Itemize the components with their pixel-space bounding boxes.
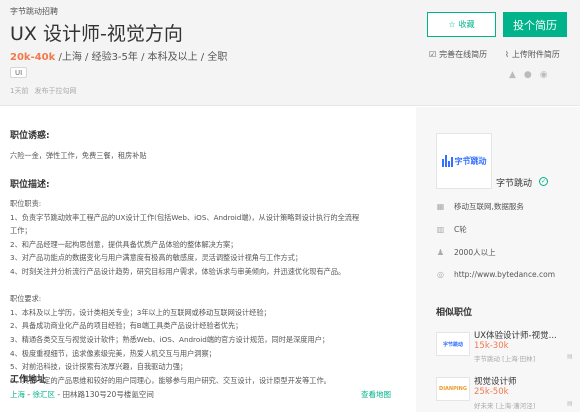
company-stage: ▥ C轮 [436, 224, 467, 235]
job-header: 字节跳动招聘 UX 设计师-视觉方向 20k-40k /上海 / 经验3-5年 … [0, 0, 580, 106]
upload-resume-link[interactable]: ⌇ 上传附件简历 [505, 49, 560, 60]
salary: 20k-40k [10, 52, 56, 63]
desc-line: 2、具备成功商业化产品的项目经验；有B端工具类产品设计经验者优先； [10, 321, 243, 331]
job-title: UX 设计师-视觉方向 [10, 23, 183, 45]
industry-text: 移动互联网,数据服务 [454, 202, 524, 211]
job-tag[interactable]: UI [10, 67, 28, 78]
company-logo[interactable]: 字节跳动 [436, 133, 492, 189]
globe-icon: ◎ [437, 270, 444, 279]
similar-job-company: 字节跳动 [上海·田林] [474, 355, 536, 363]
company-link[interactable]: 字节跳动招聘 [10, 6, 58, 17]
warning-icon[interactable]: ▲ [509, 70, 516, 80]
similar-logo-text: DIANPING [439, 386, 467, 392]
upload-resume-label: 上传附件简历 [511, 50, 560, 59]
posted-info: 1天前 发布于拉勾网 [10, 86, 82, 96]
address-street: - 田林路130号20号楼氪空间 [54, 390, 154, 399]
dismiss-icon[interactable]: ▤ [567, 400, 573, 407]
perks-text: 六险一金，弹性工作，免费三餐，租房补贴 [10, 151, 147, 160]
job-requirements: /上海 / 经验3-5年 / 本科及以上 / 全职 [55, 52, 228, 63]
desc-line: 2、和产品经理一起构思创意，提供具备优质产品体验的整体解决方案； [10, 239, 238, 249]
work-address: 上海 - 徐汇区 - 田林路130号20号楼氪空间 [10, 389, 154, 400]
grid-icon: ▦ [436, 202, 445, 211]
desc-line: 5、对前沿科技，设计探索有浓厚兴趣，自我驱动力强； [10, 362, 188, 372]
resume-icon: ☑ [429, 50, 437, 59]
job-meta: 20k-40k /上海 / 经验3-5年 / 本科及以上 / 全职 [10, 48, 227, 63]
company-name[interactable]: 字节跳动 [496, 176, 532, 189]
address-title: 工作地址 [10, 375, 47, 385]
similar-job-company: 好未来 [上海·漕河泾] [474, 402, 536, 410]
favorite-button[interactable]: ☆ 收藏 [427, 12, 496, 37]
desc-line: 3、精通各类交互与视觉设计软件；熟悉Web、iOS、Android端的官方设计规… [10, 334, 330, 344]
address-city-link[interactable]: 上海 [10, 390, 25, 399]
view-map-link[interactable]: 查看地图 [361, 389, 391, 400]
similar-job-title[interactable]: 视觉设计师 [474, 375, 517, 387]
dismiss-icon[interactable]: ▤ [567, 353, 573, 360]
address-district-link[interactable]: 徐汇区 [32, 390, 55, 399]
posted-source: 发布于拉勾网 [34, 87, 77, 95]
favorite-label: 收藏 [458, 20, 475, 29]
description-title: 职位描述: [10, 180, 50, 190]
posted-time: 1天前 [10, 87, 29, 95]
website-text[interactable]: http://www.bytedance.com [454, 270, 555, 279]
desc-line [10, 279, 359, 293]
wechat-icon[interactable]: ● [524, 70, 532, 80]
desc-line: 1、负责字节跳动效率工程产品的UX设计工作(包括Web、iOS、Android端… [10, 212, 360, 222]
desc-line: 工作； [10, 226, 32, 236]
desc-line: 1、本科及以上学历，设计类相关专业；3年以上的互联网或移动互联网设计经验； [10, 307, 271, 317]
star-icon: ☆ [448, 20, 456, 29]
chart-icon: ▥ [436, 225, 445, 234]
verified-icon: ✓ [539, 177, 548, 186]
company-size: ♟ 2000人以上 [436, 247, 496, 258]
logo-subtext: ByteDance [466, 155, 483, 159]
perks-title: 职位诱惑: [10, 131, 50, 141]
similar-job-logo[interactable]: DIANPING [436, 377, 470, 401]
paperclip-icon: ⌇ [505, 50, 509, 59]
desc-line: 4、时刻关注并分析流行产品设计趋势，研究目标用户需求，体验诉求与审美倾向，并迅速… [10, 266, 346, 276]
desc-line: 6、具备一定的产品思维和较好的用户同理心，能够参与用户研究、交互设计，设计原型开… [10, 375, 331, 385]
similar-logo-text: 字节跳动 [442, 341, 463, 348]
similar-jobs-title: 相似职位 [436, 308, 473, 318]
weibo-icon[interactable]: ◉ [540, 70, 548, 80]
similar-job-logo[interactable]: 字节跳动 [436, 332, 470, 356]
online-resume-label: 完善在线简历 [439, 50, 488, 59]
desc-line: 4、极度重视细节，追求像素级完美，热爱人机交互与用户洞察； [10, 348, 216, 358]
stage-text: C轮 [454, 225, 467, 234]
desc-line: 职位要求: [10, 294, 42, 304]
people-icon: ♟ [436, 248, 445, 257]
similar-job-salary: 25k-50k [474, 387, 509, 397]
online-resume-link[interactable]: ☑ 完善在线简历 [429, 49, 487, 60]
similar-job-salary: 15k-30k [474, 341, 509, 351]
description-body: 职位职责: 1、负责字节跳动效率工程产品的UX设计工作(包括Web、iOS、An… [10, 197, 359, 387]
desc-line: 职位职责: [10, 199, 42, 208]
share-row: ▲ ● ◉ [509, 70, 548, 80]
desc-line: 3、对产品功能点的数据变化与用户满意度有极高的敏感度，灵活调整设计视角与工作方式… [10, 253, 303, 263]
similar-job-title[interactable]: UX体验设计师-视觉... [474, 329, 557, 341]
company-website[interactable]: ◎ http://www.bytedance.com [436, 270, 555, 279]
company-industry: ▦ 移动互联网,数据服务 [436, 201, 524, 212]
apply-button[interactable]: 投个简历 [503, 12, 567, 37]
logo-bars-icon [441, 155, 453, 167]
size-text: 2000人以上 [454, 248, 496, 257]
